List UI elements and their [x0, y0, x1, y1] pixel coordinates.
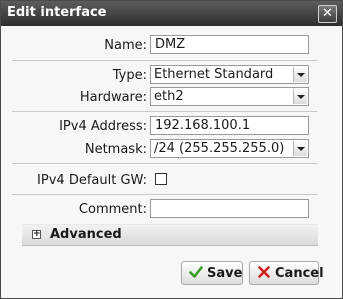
close-button[interactable]: ✕ — [318, 5, 337, 23]
save-button[interactable]: Save — [181, 261, 243, 285]
separator — [12, 194, 317, 195]
dialog-body: Name: DMZ Type: Ethernet Standard Hardwa… — [2, 26, 341, 297]
separator — [12, 163, 317, 164]
ipv4-default-gw-checkbox[interactable] — [155, 173, 167, 185]
expand-icon[interactable]: + — [32, 230, 41, 239]
name-row: Name: DMZ — [2, 35, 341, 57]
netmask-label: Netmask: — [84, 142, 147, 157]
advanced-label: Advanced — [50, 227, 122, 242]
chevron-down-icon — [293, 67, 307, 82]
edit-interface-dialog: Edit interface ✕ Name: DMZ Type: Etherne… — [0, 0, 343, 299]
x-icon — [258, 266, 270, 278]
advanced-section-header[interactable]: + Advanced — [22, 224, 318, 246]
comment-row: Comment: — [2, 199, 341, 221]
netmask-row: Netmask: /24 (255.255.255.0) — [2, 139, 341, 161]
comment-label: Comment: — [78, 202, 147, 217]
cancel-button-label: Cancel — [275, 266, 324, 281]
save-button-label: Save — [207, 266, 243, 281]
type-select[interactable]: Ethernet Standard — [150, 65, 309, 84]
ipv4-default-gw-row: IPv4 Default GW: — [2, 170, 341, 192]
separator — [12, 60, 317, 61]
dialog-titlebar[interactable]: Edit interface ✕ — [1, 1, 342, 26]
close-icon: ✕ — [322, 6, 333, 21]
ipv4-default-gw-label: IPv4 Default GW: — [37, 173, 147, 188]
comment-field[interactable] — [150, 199, 309, 218]
netmask-select[interactable]: /24 (255.255.255.0) — [150, 139, 309, 158]
hardware-selected-value: eth2 — [154, 89, 184, 104]
cancel-button[interactable]: Cancel — [249, 261, 324, 285]
type-label: Type: — [112, 68, 147, 83]
chevron-down-icon — [293, 141, 307, 156]
ipv4-address-label: IPv4 Address: — [59, 119, 147, 134]
type-selected-value: Ethernet Standard — [154, 67, 274, 82]
dialog-title: Edit interface — [7, 5, 107, 20]
name-field[interactable]: DMZ — [150, 35, 309, 54]
name-label: Name: — [104, 38, 147, 53]
ipv4-address-row: IPv4 Address: 192.168.100.1 — [2, 116, 341, 138]
separator — [12, 111, 317, 112]
hardware-select[interactable]: eth2 — [150, 87, 309, 106]
type-row: Type: Ethernet Standard — [2, 65, 341, 87]
netmask-selected-value: /24 (255.255.255.0) — [154, 141, 285, 156]
hardware-label: Hardware: — [79, 90, 147, 105]
hardware-row: Hardware: eth2 — [2, 87, 341, 109]
chevron-down-icon — [293, 89, 307, 104]
check-icon — [189, 266, 203, 278]
ipv4-address-field[interactable]: 192.168.100.1 — [150, 116, 309, 135]
